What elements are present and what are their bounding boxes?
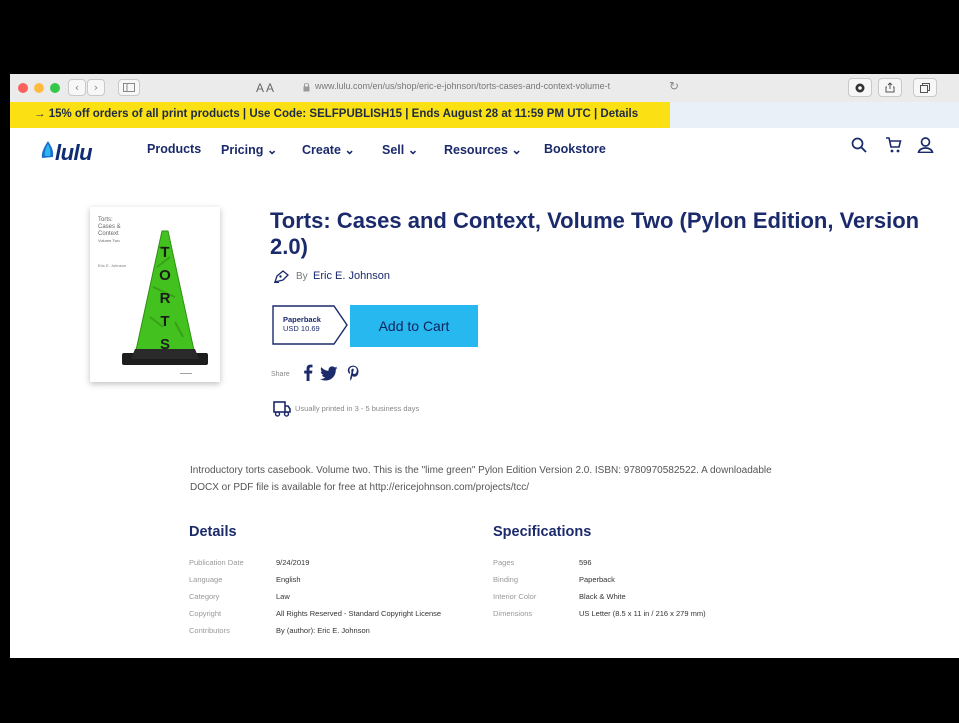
promo-banner[interactable]: → 15% off orders of all print products |… — [10, 102, 670, 128]
search-icon[interactable] — [851, 137, 867, 153]
details-heading: Details — [189, 524, 237, 540]
extension-button[interactable] — [848, 78, 872, 97]
traffic-cone-image: T O R T S — [122, 230, 208, 365]
lulu-logo-icon — [41, 141, 54, 158]
twitter-icon[interactable] — [320, 366, 338, 381]
detail-value[interactable]: Law — [276, 592, 290, 601]
detail-value[interactable]: By (author): Eric E. Johnson — [276, 626, 370, 635]
zoom-window-button[interactable] — [50, 83, 60, 93]
facebook-icon[interactable] — [303, 364, 313, 381]
reload-icon[interactable]: ↻ — [669, 79, 679, 93]
detail-key: Language — [189, 575, 223, 584]
svg-text:T: T — [160, 313, 169, 330]
book-cover[interactable]: Torts: Cases & Context Volume Two Eric E… — [90, 207, 220, 382]
printer-truck-icon — [273, 401, 291, 417]
sidebar-icon — [123, 83, 135, 92]
nav-products[interactable]: Products — [147, 142, 201, 156]
spec-key: Pages — [493, 558, 515, 567]
forward-button[interactable]: › — [87, 79, 105, 96]
cover-publisher-mark: ▬▬▬▬ — [180, 371, 192, 375]
account-icon[interactable] — [917, 137, 934, 153]
svg-text:R: R — [160, 290, 171, 307]
browser-toolbar: ‹ › A A www.lulu.com/en/us/shop/eric-e-j… — [10, 74, 959, 103]
svg-text:T: T — [160, 244, 169, 261]
tabs-button[interactable] — [913, 78, 937, 97]
product-title: Torts: Cases and Context, Volume Two (Py… — [270, 208, 920, 259]
share-icon — [885, 82, 895, 93]
spec-value: 596 — [579, 558, 592, 567]
lulu-logo[interactable]: lulu — [55, 140, 93, 166]
product-description: Introductory torts casebook. Volume two.… — [190, 465, 772, 493]
spec-key: Dimensions — [493, 609, 533, 618]
detail-key: Copyright — [189, 609, 222, 618]
close-window-button[interactable] — [18, 83, 28, 93]
detail-key: Category — [189, 592, 220, 601]
privacy-icon — [855, 83, 865, 92]
detail-value: All Rights Reserved - Standard Copyright… — [276, 609, 442, 618]
by-label: By — [296, 271, 308, 282]
pen-icon — [274, 270, 289, 283]
nav-pricing[interactable]: Pricing ⌄ — [221, 142, 277, 157]
tabs-icon — [920, 82, 930, 93]
minimize-window-button[interactable] — [34, 83, 44, 93]
nav-resources[interactable]: Resources ⌄ — [444, 142, 522, 157]
browser-window: ‹ › A A www.lulu.com/en/us/shop/eric-e-j… — [10, 74, 959, 658]
address-bar[interactable]: www.lulu.com/en/us/shop/eric-e-johnson/t… — [315, 81, 610, 91]
promo-text[interactable]: → 15% off orders of all print products |… — [34, 108, 638, 120]
nav-sell[interactable]: Sell ⌄ — [382, 142, 418, 157]
spec-value: Black & White — [579, 592, 626, 601]
specifications-heading: Specifications — [493, 524, 592, 540]
pinterest-icon[interactable] — [347, 365, 359, 381]
add-to-cart-button[interactable]: Add to Cart — [350, 305, 478, 347]
share-label: Share — [271, 371, 290, 378]
svg-text:S: S — [160, 336, 170, 353]
format-price[interactable]: USD 10.69 — [283, 324, 320, 333]
spec-key: Binding — [493, 575, 519, 584]
author-link[interactable]: Eric E. Johnson — [313, 270, 390, 282]
spec-key: Interior Color — [493, 592, 537, 601]
detail-key: Contributors — [189, 626, 230, 635]
promo-banner-background — [670, 102, 959, 128]
lock-icon — [303, 83, 310, 92]
text-size-button[interactable]: A A — [256, 81, 274, 95]
shipping-estimate: Usually printed in 3 - 5 business days — [295, 404, 420, 413]
sidebar-button[interactable] — [118, 79, 140, 96]
cart-icon[interactable] — [885, 137, 902, 153]
share-button[interactable] — [878, 78, 902, 97]
detail-key: Publication Date — [189, 558, 244, 567]
format-label[interactable]: Paperback — [283, 315, 321, 324]
detail-value: English — [276, 575, 301, 584]
spec-value: Paperback — [579, 575, 615, 584]
spec-value: US Letter (8.5 x 11 in / 216 x 279 mm) — [579, 609, 706, 618]
nav-bookstore[interactable]: Bookstore — [544, 142, 606, 156]
back-button[interactable]: ‹ — [68, 79, 86, 96]
svg-text:O: O — [159, 267, 171, 284]
nav-create[interactable]: Create ⌄ — [302, 142, 355, 157]
detail-value: 9/24/2019 — [276, 558, 310, 567]
